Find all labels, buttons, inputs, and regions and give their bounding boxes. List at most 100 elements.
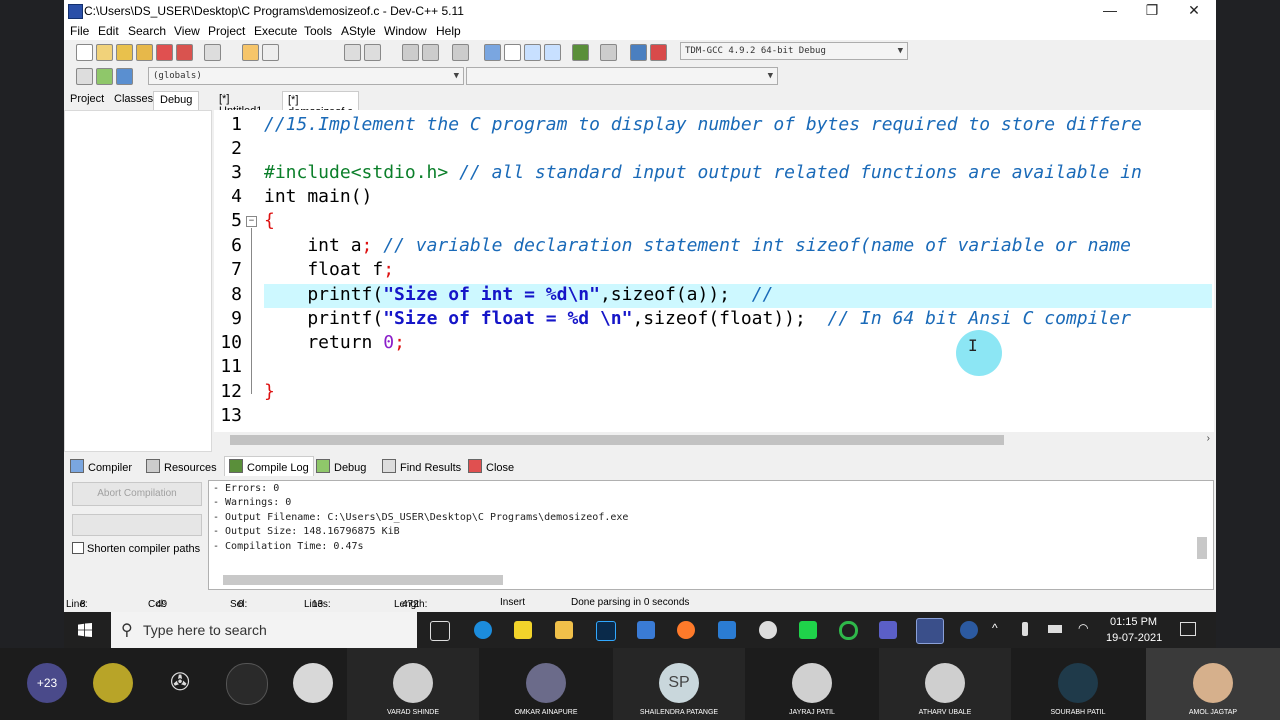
run-icon[interactable] xyxy=(504,44,521,61)
code-editor[interactable]: 1 2 3 4 5 6 7 8 9 10 11 12 13 − //15.Imp… xyxy=(214,110,1214,432)
settings-gear-icon[interactable] xyxy=(759,621,777,639)
menu-project[interactable]: Project xyxy=(208,24,245,38)
save-all-icon[interactable] xyxy=(136,44,153,61)
teams-icon[interactable] xyxy=(879,621,897,639)
compile-log-output[interactable]: - Errors: 0 - Warnings: 0 - Output Filen… xyxy=(208,480,1214,590)
editor-horizontal-scrollbar[interactable]: › xyxy=(214,432,1214,448)
open-file-icon[interactable] xyxy=(96,44,113,61)
redo-icon[interactable] xyxy=(262,44,279,61)
edge-icon[interactable] xyxy=(474,621,492,639)
save-icon[interactable] xyxy=(116,44,133,61)
battery-icon[interactable] xyxy=(1048,625,1062,633)
store-icon[interactable] xyxy=(637,621,655,639)
profile-icon[interactable] xyxy=(630,44,647,61)
close-window-button[interactable]: ✕ xyxy=(1174,0,1214,22)
log-scrollbar-thumb[interactable] xyxy=(223,575,503,585)
menu-execute[interactable]: Execute xyxy=(254,24,297,38)
tab-untitled1[interactable]: [*] Untitled1 xyxy=(214,91,267,117)
chevron-up-icon[interactable]: ^ xyxy=(992,621,998,635)
compile-icon[interactable] xyxy=(484,44,501,61)
tab-resources[interactable]: Resources xyxy=(146,459,217,474)
windows-start-icon[interactable] xyxy=(78,623,92,637)
tab-classes[interactable]: Classes xyxy=(108,91,159,109)
app-ring-icon[interactable] xyxy=(839,621,858,640)
code-line-4: int main() xyxy=(264,186,373,207)
tab-demosizeof[interactable]: [*] demosizeof.c xyxy=(282,91,359,118)
participant-tile[interactable]: SOURABH PATIL xyxy=(1012,648,1144,720)
bookmark-list-icon[interactable] xyxy=(116,68,133,85)
file-explorer-icon[interactable] xyxy=(555,621,573,639)
participant-tile[interactable]: JAYRAJ PATIL xyxy=(746,648,878,720)
participant-tile[interactable]: ATHARV UBALE xyxy=(879,648,1011,720)
close-all-icon[interactable] xyxy=(176,44,193,61)
goto-icon[interactable] xyxy=(96,68,113,85)
scrollbar-thumb[interactable] xyxy=(230,435,1004,445)
menu-window[interactable]: Window xyxy=(384,24,427,38)
menu-edit[interactable]: Edit xyxy=(98,24,119,38)
delete-profile-icon[interactable] xyxy=(650,44,667,61)
word-icon[interactable] xyxy=(718,621,736,639)
taskbar-search-box[interactable]: ⚲ Type here to search xyxy=(111,612,417,648)
participant-name: SHAILENDRA PATANGE xyxy=(639,709,719,716)
devcpp-taskbar-icon[interactable] xyxy=(916,618,944,644)
menu-astyle[interactable]: AStyle xyxy=(341,24,376,38)
sticky-notes-icon[interactable] xyxy=(514,621,532,639)
minimize-button[interactable]: — xyxy=(1090,0,1130,22)
stop-icon[interactable] xyxy=(600,44,617,61)
shorten-paths-checkbox[interactable]: Shorten compiler paths xyxy=(72,542,200,555)
goto-bookmark-icon[interactable] xyxy=(422,44,439,61)
participant-name: OMKAR AINAPURE xyxy=(514,709,578,716)
wifi-icon[interactable]: ◠ xyxy=(1078,621,1088,635)
menu-help[interactable]: Help xyxy=(436,24,461,38)
log-vscroll-thumb[interactable] xyxy=(1197,537,1207,559)
new-file-icon[interactable] xyxy=(76,44,93,61)
task-view-icon[interactable] xyxy=(430,621,450,641)
scroll-right-icon[interactable]: › xyxy=(1207,433,1210,444)
participant-tile[interactable]: VARAD SHINDE xyxy=(347,648,479,720)
photoshop-icon[interactable] xyxy=(596,621,616,641)
tab-debug-bottom[interactable]: Debug xyxy=(316,459,366,474)
find-icon[interactable] xyxy=(452,44,469,61)
indent-icon[interactable] xyxy=(344,44,361,61)
unindent-icon[interactable] xyxy=(364,44,381,61)
cursor-highlight xyxy=(956,330,1002,376)
scope-select[interactable]: (globals) ▼ xyxy=(148,67,464,85)
clock-date[interactable]: 19-07-2021 xyxy=(1106,632,1162,644)
participant-tile[interactable]: AMOL JAGTAP xyxy=(1146,648,1280,720)
tab-compile-log[interactable]: Compile Log xyxy=(224,456,314,477)
insert-icon[interactable] xyxy=(76,68,93,85)
chevron-down-icon: ▼ xyxy=(767,71,773,81)
tab-project[interactable]: Project xyxy=(64,91,110,109)
menu-search[interactable]: Search xyxy=(128,24,166,38)
notification-icon[interactable] xyxy=(1180,622,1196,636)
toggle-bookmark-icon[interactable] xyxy=(402,44,419,61)
fold-toggle-icon[interactable]: − xyxy=(246,216,257,227)
tab-find-results[interactable]: Find Results xyxy=(382,459,461,474)
help-icon[interactable] xyxy=(960,621,978,639)
compile-run-icon[interactable] xyxy=(524,44,541,61)
member-select[interactable]: ▼ xyxy=(466,67,778,85)
tab-compiler[interactable]: Compiler xyxy=(70,459,132,474)
participant-tile[interactable]: OMKAR AINAPURE xyxy=(480,648,612,720)
rebuild-icon[interactable] xyxy=(544,44,561,61)
undo-icon[interactable] xyxy=(242,44,259,61)
log-line: - Warnings: 0 xyxy=(213,497,292,508)
maximize-button[interactable]: ❐ xyxy=(1132,0,1172,22)
clock-time[interactable]: 01:15 PM xyxy=(1110,616,1157,628)
participant-tile[interactable]: SP SHAILENDRA PATANGE xyxy=(613,648,745,720)
syntax-check-icon[interactable] xyxy=(572,44,589,61)
participant-avatar xyxy=(293,663,333,703)
tab-debug-left[interactable]: Debug xyxy=(153,91,200,110)
firefox-icon[interactable] xyxy=(677,621,695,639)
compiler-select[interactable]: TDM-GCC 4.9.2 64-bit Debug ▼ xyxy=(680,42,908,60)
tab-close[interactable]: Close xyxy=(468,459,514,474)
abort-compilation-button[interactable]: Abort Compilation xyxy=(72,482,202,506)
menu-tools[interactable]: Tools xyxy=(304,24,332,38)
print-icon[interactable] xyxy=(204,44,221,61)
pycharm-icon[interactable] xyxy=(799,621,817,639)
usb-icon[interactable] xyxy=(1022,622,1028,636)
menu-view[interactable]: View xyxy=(174,24,200,38)
menu-file[interactable]: File xyxy=(70,24,89,38)
close-file-icon[interactable] xyxy=(156,44,173,61)
more-participants-count[interactable]: +23 xyxy=(27,663,67,703)
